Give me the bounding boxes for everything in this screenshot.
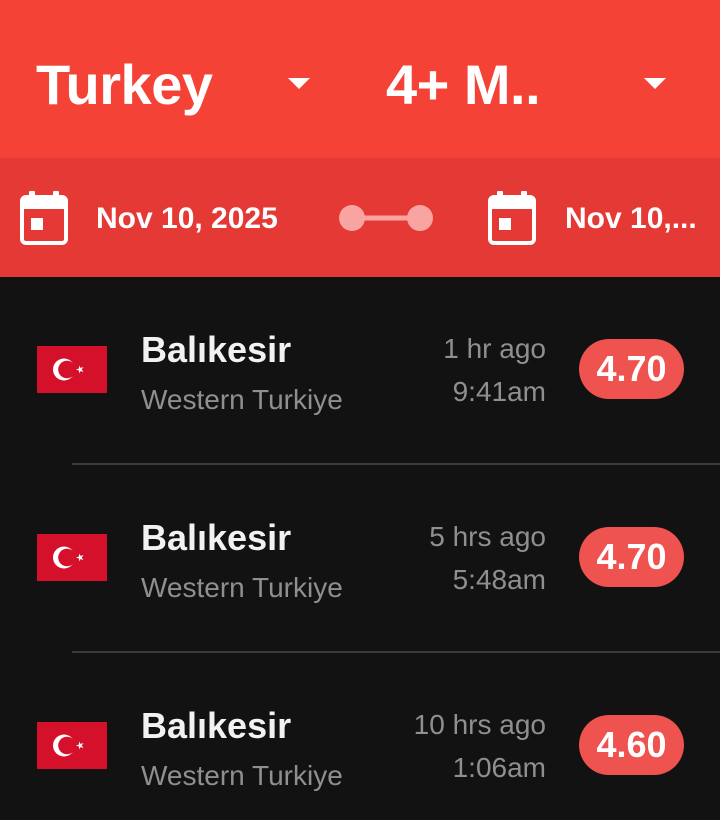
app-header: Turkey 4+ M..	[0, 0, 720, 158]
relative-time: 5 hrs ago	[429, 521, 546, 552]
region-name: Western Turkiye	[141, 384, 343, 415]
list-item[interactable]: Balıkesir Western Turkiye 5 hrs ago 5:48…	[0, 465, 720, 653]
chevron-down-icon	[644, 78, 666, 89]
calendar-icon	[488, 191, 536, 245]
magnitude-badge: 4.60	[579, 715, 684, 775]
place-name: Balıkesir	[141, 517, 292, 558]
end-date-label: Nov 10,...	[565, 202, 697, 235]
event-time: 5:48am	[452, 564, 546, 595]
magnitude-label: 4+ M..	[386, 53, 541, 116]
list-item[interactable]: Balıkesir Western Turkiye 1 hr ago 9:41a…	[0, 277, 720, 465]
end-date-button[interactable]: Nov 10,...	[470, 158, 720, 277]
chevron-down-icon	[288, 78, 310, 89]
place-name: Balıkesir	[141, 705, 292, 746]
calendar-icon	[20, 191, 68, 245]
event-time: 1:06am	[452, 752, 546, 783]
earthquake-list: Balıkesir Western Turkiye 1 hr ago 9:41a…	[0, 277, 720, 820]
event-time: 9:41am	[452, 376, 546, 407]
start-date-label: Nov 10, 2025	[96, 202, 278, 235]
start-date-button[interactable]: Nov 10, 2025	[0, 158, 310, 277]
turkey-flag-icon	[37, 722, 107, 769]
magnitude-badge: 4.70	[579, 339, 684, 399]
turkey-flag-icon	[37, 346, 107, 393]
date-range-bar: Nov 10, 2025 Nov 10,...	[0, 158, 720, 277]
country-label: Turkey	[36, 53, 213, 116]
app-screen: Turkey 4+ M.. Nov 10, 2025 Nov 10,... Ba…	[0, 0, 720, 820]
magnitude-dropdown[interactable]: 4+ M..	[360, 0, 720, 158]
region-name: Western Turkiye	[141, 572, 343, 603]
region-name: Western Turkiye	[141, 760, 343, 791]
magnitude-badge: 4.70	[579, 527, 684, 587]
range-connector-icon	[339, 205, 433, 231]
country-dropdown[interactable]: Turkey	[0, 0, 340, 158]
relative-time: 10 hrs ago	[413, 709, 546, 740]
turkey-flag-icon	[37, 534, 107, 581]
place-name: Balıkesir	[141, 329, 292, 370]
relative-time: 1 hr ago	[443, 333, 546, 364]
list-item[interactable]: Balıkesir Western Turkiye 10 hrs ago 1:0…	[0, 653, 720, 820]
